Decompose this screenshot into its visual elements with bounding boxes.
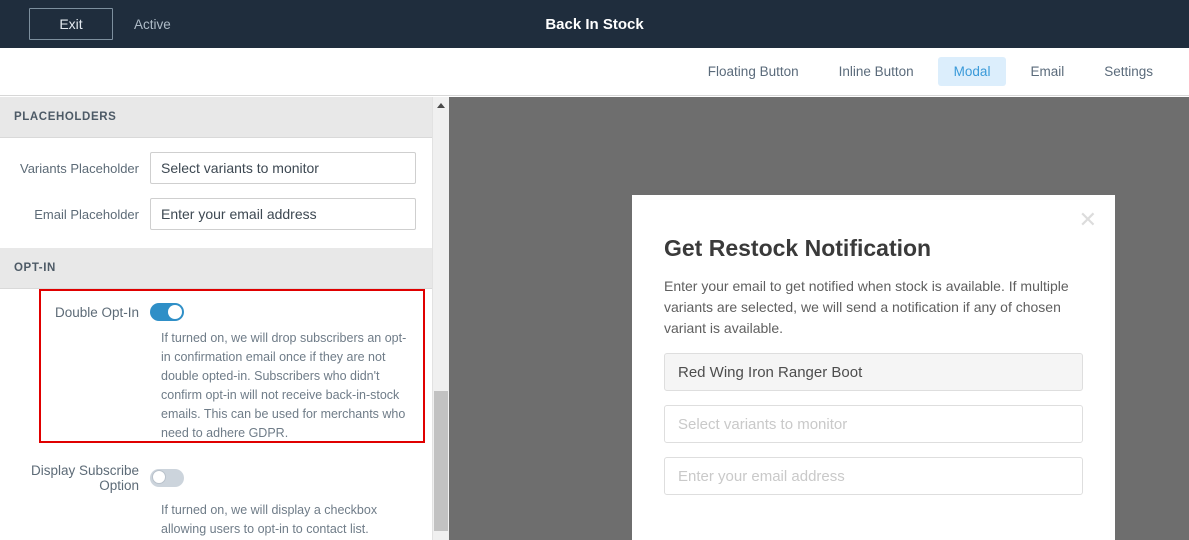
section-header-optin: OPT-IN bbox=[0, 248, 432, 289]
sidebar-scrollbar[interactable] bbox=[432, 97, 449, 540]
display-subscribe-label: Display Subscribe Option bbox=[30, 463, 139, 493]
modal-email-field[interactable]: Enter your email address bbox=[664, 457, 1083, 495]
status-label: Active bbox=[134, 16, 171, 32]
scrollbar-thumb[interactable] bbox=[434, 391, 448, 531]
toggle-knob bbox=[152, 470, 166, 484]
modal-product-field: Red Wing Iron Ranger Boot bbox=[664, 353, 1083, 391]
page-title: Back In Stock bbox=[545, 15, 644, 33]
variants-placeholder-input[interactable] bbox=[150, 152, 416, 184]
top-bar: Exit Active Back In Stock bbox=[0, 0, 1189, 48]
field-row-variants-placeholder: Variants Placeholder bbox=[0, 152, 432, 184]
modal-description: Enter your email to get notified when st… bbox=[664, 278, 1069, 336]
email-placeholder-label: Email Placeholder bbox=[34, 206, 139, 222]
tab-inline-button[interactable]: Inline Button bbox=[823, 57, 930, 86]
modal-title: Get Restock Notification bbox=[664, 235, 932, 261]
optin-fields: Double Opt-In If turned on, we will drop… bbox=[0, 289, 432, 539]
scroll-up-arrow-icon[interactable] bbox=[433, 97, 449, 113]
exit-button[interactable]: Exit bbox=[29, 8, 113, 40]
section-header-placeholders: PLACEHOLDERS bbox=[0, 97, 432, 138]
tab-settings[interactable]: Settings bbox=[1088, 57, 1169, 86]
variants-placeholder-label: Variants Placeholder bbox=[20, 160, 139, 176]
close-icon[interactable]: ✕ bbox=[1079, 209, 1097, 231]
double-optin-toggle[interactable] bbox=[150, 303, 184, 321]
toggle-knob bbox=[168, 305, 182, 319]
settings-panel: PLACEHOLDERS Variants Placeholder Email … bbox=[0, 97, 432, 540]
app-root: Exit Active Back In Stock Floating Butto… bbox=[0, 0, 1189, 540]
toggle-row-display-subscribe: Display Subscribe Option bbox=[0, 443, 432, 493]
tab-floating-button[interactable]: Floating Button bbox=[692, 57, 815, 86]
toggle-row-double-optin: Double Opt-In bbox=[0, 289, 432, 321]
tab-bar: Floating Button Inline Button Modal Emai… bbox=[0, 48, 1189, 96]
modal-preview: ✕ Get Restock Notification Enter your em… bbox=[632, 195, 1115, 540]
tab-modal[interactable]: Modal bbox=[937, 57, 1007, 86]
placeholders-fields: Variants Placeholder Email Placeholder bbox=[0, 152, 432, 248]
modal-variants-field[interactable]: Select variants to monitor bbox=[664, 405, 1083, 443]
display-subscribe-toggle[interactable] bbox=[150, 469, 184, 487]
double-optin-help-text: If turned on, we will drop subscribers a… bbox=[161, 331, 407, 440]
tab-email[interactable]: Email bbox=[1014, 57, 1080, 86]
email-placeholder-input[interactable] bbox=[150, 198, 416, 230]
preview-pane: ✕ Get Restock Notification Enter your em… bbox=[449, 97, 1189, 540]
display-subscribe-help-text: If turned on, we will display a checkbox… bbox=[161, 503, 378, 536]
double-optin-label: Double Opt-In bbox=[54, 304, 139, 320]
field-row-email-placeholder: Email Placeholder bbox=[0, 198, 432, 230]
